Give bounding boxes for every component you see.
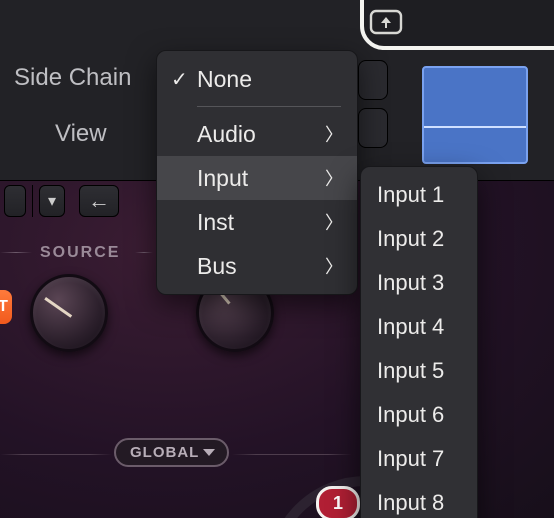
menu-item-none[interactable]: ✓ None [157,57,357,101]
submenu-item-label: Input 1 [377,182,444,208]
global-dropdown[interactable]: GLOBAL [114,438,229,467]
submenu-item-label: Input 8 [377,490,444,516]
side-chain-selector[interactable] [358,60,388,100]
submenu-item-input-3[interactable]: Input 3 [361,261,477,305]
menu-separator [197,106,341,107]
menu-item-inst[interactable]: Inst 〉 [157,200,357,244]
input-submenu: Input 1 Input 2 Input 3 Input 4 Input 5 … [360,166,478,518]
preset-indicator[interactable]: 1 [316,486,360,518]
source-knob-1[interactable] [30,274,108,352]
submenu-item-input-7[interactable]: Input 7 [361,437,477,481]
toolbar-dropdown[interactable] [4,185,26,217]
chevron-right-icon: 〉 [325,209,343,235]
view-selector[interactable] [358,108,388,148]
source-t-button[interactable]: T [0,290,12,324]
menu-item-input[interactable]: Input 〉 [157,156,357,200]
chevron-right-icon: 〉 [325,121,343,147]
chevron-right-icon: 〉 [325,253,343,279]
menu-item-bus[interactable]: Bus 〉 [157,244,357,288]
view-label: View [55,120,107,148]
menu-item-audio[interactable]: Audio 〉 [157,112,357,156]
toolbar-back-button[interactable]: ← [79,185,119,217]
source-section-title: SOURCE [40,244,120,262]
toolbar-more[interactable]: ▾ [39,185,65,217]
plugin-toolbar: ▾ ← [0,181,160,221]
side-chain-menu: ✓ None Audio 〉 Input 〉 Inst 〉 Bus 〉 [156,50,358,295]
submenu-item-input-4[interactable]: Input 4 [361,305,477,349]
submenu-item-input-8[interactable]: Input 8 [361,481,477,518]
toolbar-separator [32,185,33,217]
decor-line [0,454,112,455]
submenu-item-input-1[interactable]: Input 1 [361,173,477,217]
send-to-display-icon[interactable] [368,8,404,36]
submenu-item-label: Input 7 [377,446,444,472]
submenu-item-input-6[interactable]: Input 6 [361,393,477,437]
decor-line [232,454,352,455]
menu-item-label: None [197,66,252,93]
submenu-item-input-5[interactable]: Input 5 [361,349,477,393]
submenu-item-label: Input 5 [377,358,444,384]
menu-item-label: Audio [197,121,256,148]
menu-item-label: Input [197,165,248,192]
submenu-item-label: Input 4 [377,314,444,340]
menu-item-label: Bus [197,253,237,280]
global-label: GLOBAL [130,444,199,461]
side-chain-label: Side Chain [14,64,131,92]
chevron-right-icon: 〉 [325,165,343,191]
chevron-down-icon [203,449,215,456]
submenu-item-label: Input 2 [377,226,444,252]
submenu-item-label: Input 6 [377,402,444,428]
checkmark-icon: ✓ [171,67,188,92]
submenu-item-input-2[interactable]: Input 2 [361,217,477,261]
menu-item-label: Inst [197,209,234,236]
decor-line [0,252,32,253]
decor-line [135,252,153,253]
submenu-item-label: Input 3 [377,270,444,296]
track-clip-region[interactable] [422,66,528,164]
